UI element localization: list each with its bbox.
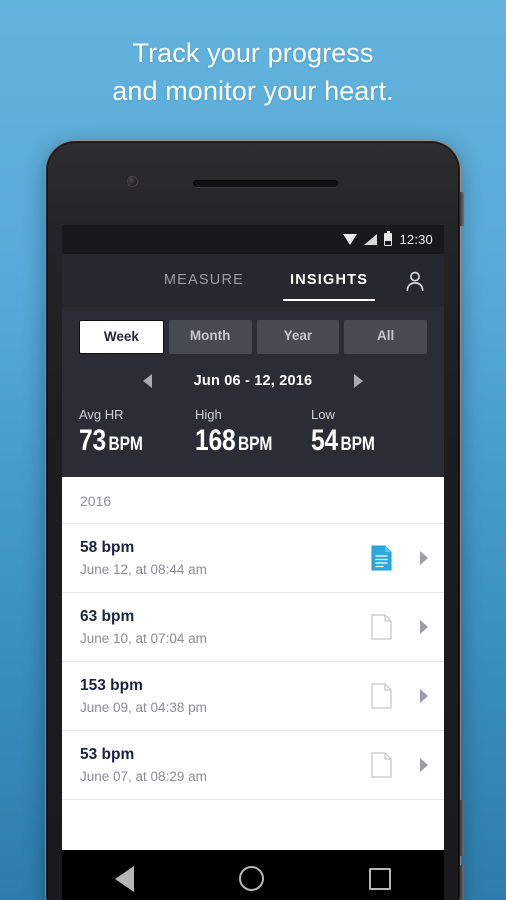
table-row[interactable]: 63 bpm June 10, at 07:04 am (62, 593, 444, 662)
wifi-icon (343, 234, 358, 245)
battery-icon (384, 231, 393, 246)
chevron-right-icon[interactable] (420, 620, 428, 634)
row-when: June 12, at 08:44 am (80, 562, 207, 577)
stat-caption: Avg HR (79, 407, 124, 422)
insights-panel: Week Month Year All Jun 06 - 12, 2016 Av… (62, 307, 444, 477)
document-filled-icon[interactable] (371, 545, 392, 571)
tab-insights[interactable]: INSIGHTS (282, 256, 376, 305)
person-icon[interactable] (402, 268, 428, 294)
tab-bar: MEASURE INSIGHTS (62, 254, 444, 307)
stat-value: 54 BPM (311, 424, 375, 457)
phone-screen: 12:30 MEASURE INSIGHTS Week Month Year A… (62, 225, 444, 850)
stat-low: Low 54 BPM (311, 407, 427, 461)
tab-list: MEASURE INSIGHTS (135, 256, 376, 305)
chevron-right-icon[interactable] (420, 758, 428, 772)
status-bar: 12:30 (62, 225, 444, 254)
front-camera (128, 177, 137, 186)
headline-line-2: and monitor your heart. (112, 76, 394, 106)
stat-high: High 168 BPM (195, 407, 311, 461)
chevron-right-icon[interactable] (420, 689, 428, 703)
stat-avg-hr: Avg HR 73 BPM (79, 407, 195, 461)
date-range-navigator: Jun 06 - 12, 2016 (79, 373, 427, 389)
home-circle-icon[interactable] (238, 866, 264, 891)
document-empty-icon[interactable] (371, 752, 392, 778)
recents-square-icon[interactable] (369, 867, 392, 890)
chevron-left-icon[interactable] (142, 374, 152, 388)
range-option-year[interactable]: Year (256, 320, 340, 354)
document-empty-icon[interactable] (371, 683, 392, 709)
row-text: 63 bpm June 10, at 07:04 am (80, 608, 371, 646)
range-option-week[interactable]: Week (79, 320, 164, 354)
row-bpm: 153 bpm (80, 677, 143, 694)
range-segmented-control: Week Month Year All (79, 320, 427, 354)
measurement-list: 2016 58 bpm June 12, at 08:44 am 63 bpm … (62, 477, 444, 800)
tab-measure[interactable]: MEASURE (161, 256, 247, 305)
signal-icon (364, 234, 378, 245)
volume-down-button[interactable] (460, 865, 464, 900)
power-button[interactable] (460, 192, 464, 226)
stat-caption: High (195, 407, 222, 422)
row-text: 58 bpm June 12, at 08:44 am (80, 539, 371, 577)
chevron-right-icon[interactable] (354, 374, 364, 388)
list-year-header: 2016 (62, 477, 444, 524)
row-text: 153 bpm June 09, at 04:38 pm (80, 677, 371, 715)
document-empty-icon[interactable] (371, 614, 392, 640)
earpiece-speaker (193, 180, 338, 187)
android-nav-bar (62, 850, 444, 900)
chevron-right-icon[interactable] (420, 551, 428, 565)
volume-up-button[interactable] (460, 800, 464, 856)
row-bpm: 63 bpm (80, 608, 135, 625)
table-row[interactable]: 58 bpm June 12, at 08:44 am (62, 524, 444, 593)
stat-caption: Low (311, 407, 335, 422)
range-option-month[interactable]: Month (168, 320, 252, 354)
row-when: June 09, at 04:38 pm (80, 700, 207, 715)
row-when: June 07, at 08:29 am (80, 769, 207, 784)
table-row[interactable]: 153 bpm June 09, at 04:38 pm (62, 662, 444, 731)
headline-line-1: Track your progress (132, 38, 374, 68)
back-triangle-icon[interactable] (114, 865, 134, 892)
stat-value: 73 BPM (79, 424, 143, 457)
date-range-label: Jun 06 - 12, 2016 (193, 373, 313, 389)
status-bar-clock: 12:30 (399, 232, 433, 247)
row-text: 53 bpm June 07, at 08:29 am (80, 746, 371, 784)
row-bpm: 53 bpm (80, 746, 135, 763)
promo-headline: Track your progress and monitor your hea… (0, 34, 506, 110)
row-bpm: 58 bpm (80, 539, 135, 556)
phone-mockup: 12:30 MEASURE INSIGHTS Week Month Year A… (45, 140, 464, 900)
table-row[interactable]: 53 bpm June 07, at 08:29 am (62, 731, 444, 800)
stats-summary: Avg HR 73 BPM High 168 BPM Low 54 BPM (79, 407, 427, 461)
stat-value: 168 BPM (195, 424, 273, 457)
row-when: June 10, at 07:04 am (80, 631, 207, 646)
range-option-all[interactable]: All (344, 320, 427, 354)
